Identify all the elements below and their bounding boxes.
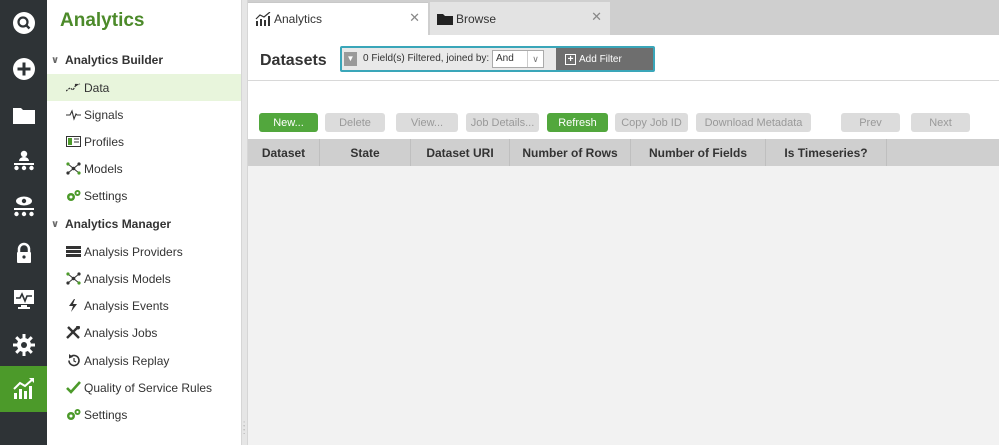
column-header-dataset-uri[interactable]: Dataset URI <box>411 139 510 166</box>
column-header-dataset[interactable]: Dataset <box>248 139 320 166</box>
filter-collapse-icon[interactable]: ▼ <box>344 52 357 66</box>
tab-label: Browse <box>456 11 497 26</box>
section-label: Analytics Builder <box>65 53 164 67</box>
column-header-state[interactable]: State <box>320 139 411 166</box>
panel-splitter[interactable]: ::: <box>241 0 248 445</box>
model-nodes-icon <box>66 272 84 286</box>
column-header-number-of-fields[interactable]: Number of Fields <box>631 139 766 166</box>
lightning-icon <box>66 299 84 313</box>
join-select-value: And <box>496 53 514 64</box>
nav-item-label: Signals <box>84 107 124 122</box>
eye-hierarchy-icon[interactable] <box>0 184 47 230</box>
plus-icon: + <box>565 53 576 65</box>
server-icon <box>66 245 84 259</box>
nav-item-analysis-providers[interactable]: Analysis Providers <box>47 238 241 265</box>
nav-item-settings-manager[interactable]: Settings <box>47 401 241 428</box>
add-filter-button[interactable]: + Add Filter <box>556 48 653 70</box>
replay-icon <box>66 354 84 368</box>
nav-item-profiles[interactable]: Profiles <box>47 128 241 155</box>
section-analytics-manager[interactable]: ∨ Analytics Manager <box>47 212 241 236</box>
tab-label: Analytics <box>274 12 323 26</box>
nav-item-signals[interactable]: Signals <box>47 101 241 128</box>
title-row: Datasets ▼ 0 Field(s) Filtered, joined b… <box>248 35 999 81</box>
folder-icon[interactable] <box>0 92 47 138</box>
nav-item-analysis-replay[interactable]: Analysis Replay <box>47 347 241 374</box>
column-header-number-of-rows[interactable]: Number of Rows <box>510 139 631 166</box>
search-icon[interactable] <box>0 0 47 46</box>
chevron-down-icon: ∨ <box>51 54 60 66</box>
tab-bar: Analytics ✕ Browse ✕ <box>248 0 999 35</box>
nav-item-label: Data <box>84 80 110 95</box>
datasets-view: Datasets ▼ 0 Field(s) Filtered, joined b… <box>248 35 999 445</box>
nav-item-models[interactable]: Models <box>47 155 241 182</box>
signal-wave-icon <box>66 108 84 122</box>
nav-item-label: Analysis Replay <box>84 353 170 368</box>
checkmark-icon <box>66 381 84 395</box>
job-details-button[interactable]: Job Details... <box>466 113 539 132</box>
new-button[interactable]: New... <box>259 113 318 132</box>
nav-item-analysis-models[interactable]: Analysis Models <box>47 265 241 292</box>
close-icon[interactable]: ✕ <box>591 9 602 25</box>
settings-gears-icon <box>66 189 84 203</box>
data-line-icon <box>66 81 84 95</box>
tab-analytics[interactable]: Analytics ✕ <box>248 2 428 35</box>
nav-item-label: Analysis Jobs <box>84 325 158 340</box>
model-nodes-icon <box>66 162 84 176</box>
nav-item-data[interactable]: Data <box>47 74 241 101</box>
gear-icon[interactable] <box>0 322 47 368</box>
chevron-down-icon: ∨ <box>51 218 60 230</box>
nav-item-label: Analysis Models <box>84 271 171 286</box>
filter-status: 0 Field(s) Filtered, joined by: <box>363 53 490 64</box>
tab-browse[interactable]: Browse ✕ <box>430 2 610 35</box>
nav-item-label: Analysis Providers <box>84 244 183 259</box>
nav-item-label: Models <box>84 161 123 176</box>
monitor-icon[interactable] <box>0 276 47 322</box>
plus-icon[interactable] <box>0 46 47 92</box>
nav-item-label: Quality of Service Rules <box>84 380 213 395</box>
nav-item-label: Profiles <box>84 134 125 149</box>
splitter-grip-icon[interactable]: ::: <box>243 420 245 436</box>
view-button[interactable]: View... <box>396 113 458 132</box>
column-header-is-timeseries[interactable]: Is Timeseries? <box>766 139 887 166</box>
add-filter-label: Add Filter <box>579 53 622 65</box>
nav-title: Analytics <box>60 10 145 31</box>
close-icon[interactable]: ✕ <box>409 10 420 26</box>
next-button[interactable]: Next <box>911 113 970 132</box>
join-select[interactable]: And ∨ <box>492 50 544 68</box>
copy-job-id-button[interactable]: Copy Job ID <box>615 113 688 132</box>
analytics-chart-icon[interactable] <box>0 366 47 412</box>
tools-icon <box>66 326 84 340</box>
nav-item-analysis-jobs[interactable]: Analysis Jobs <box>47 319 241 346</box>
chevron-down-icon[interactable]: ∨ <box>527 51 543 67</box>
filter-bar: ▼ 0 Field(s) Filtered, joined by: And ∨ … <box>340 46 655 72</box>
refresh-button[interactable]: Refresh <box>547 113 608 132</box>
prev-button[interactable]: Prev <box>841 113 900 132</box>
nav-item-quality-of-service-rules[interactable]: Quality of Service Rules <box>47 374 241 401</box>
delete-button[interactable]: Delete <box>325 113 385 132</box>
lock-icon[interactable] <box>0 230 47 276</box>
table-body[interactable] <box>248 166 999 445</box>
section-label: Analytics Manager <box>65 217 172 231</box>
page-title: Datasets <box>260 52 327 69</box>
org-chart-icon[interactable] <box>0 138 47 184</box>
nav-item-settings-builder[interactable]: Settings <box>47 182 241 209</box>
nav-item-label: Settings <box>84 407 128 422</box>
nav-item-label: Settings <box>84 188 128 203</box>
nav-item-label: Analysis Events <box>84 298 169 313</box>
table-header: Dataset State Dataset URI Number of Rows… <box>248 139 999 166</box>
download-metadata-button[interactable]: Download Metadata <box>696 113 811 132</box>
profile-card-icon <box>66 135 84 149</box>
icon-rail <box>0 0 47 445</box>
settings-gears-icon <box>66 408 84 422</box>
nav-item-analysis-events[interactable]: Analysis Events <box>47 292 241 319</box>
folder-icon <box>437 12 453 26</box>
analytics-nav-panel: Analytics ∨ Analytics Builder Data Signa… <box>47 0 241 445</box>
section-analytics-builder[interactable]: ∨ Analytics Builder <box>47 48 241 72</box>
analytics-chart-icon <box>255 12 271 26</box>
